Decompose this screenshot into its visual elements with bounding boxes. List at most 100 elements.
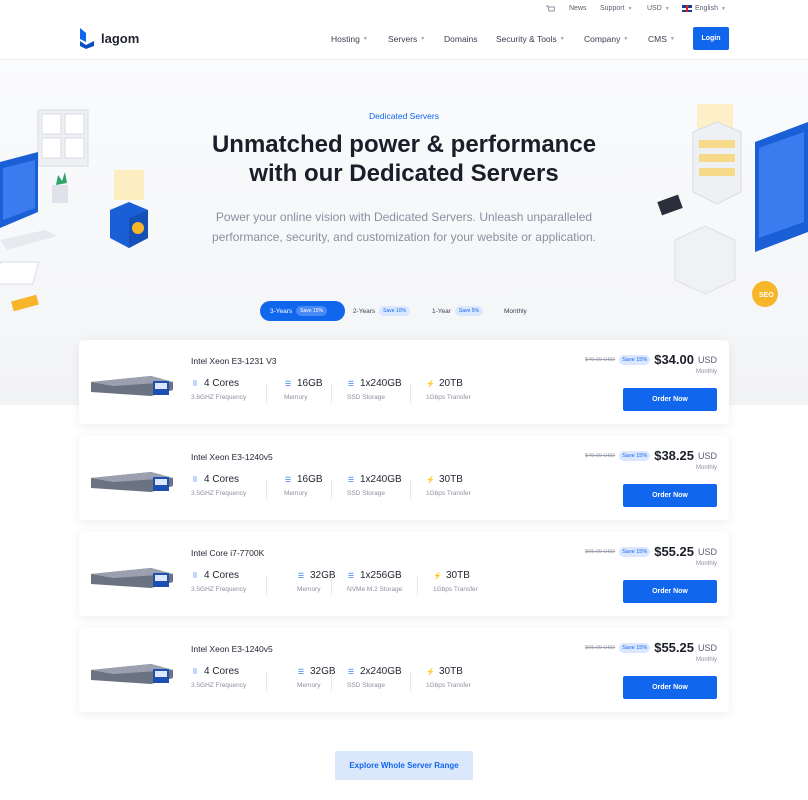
spec-value: 4 Cores [204, 378, 240, 389]
spec-label: 1Gbps Transfer [426, 394, 471, 401]
billing-period-label: Monthly [695, 369, 717, 375]
spec-label: 1Gbps Transfer [433, 586, 478, 593]
top-bar: News Support ▼ USD ▼ English ▼ [0, 0, 808, 18]
language-menu[interactable]: English ▼ [682, 5, 726, 12]
spec-memory: ☰ 16GB Memory [284, 474, 323, 497]
server-image [91, 568, 173, 588]
cart-icon[interactable] [545, 5, 555, 13]
nav-company[interactable]: Company ▼ [584, 34, 628, 44]
order-now-button[interactable]: Order Now [623, 484, 717, 507]
spec-value: 16GB [297, 474, 323, 485]
save-badge: Save 15% [619, 546, 651, 557]
spec-transfer: ⚡ 30TB 1Gbps Transfer [433, 570, 478, 593]
explore-servers-button[interactable]: Explore Whole Server Range [335, 751, 473, 780]
save-badge: Save 10% [379, 306, 410, 316]
storage-icon: ☰ [347, 572, 355, 580]
chevron-down-icon: ▼ [627, 5, 633, 12]
order-now-button[interactable]: Order Now [623, 580, 717, 603]
hero-subtitle-line-1: Power your online vision with Dedicated … [215, 210, 593, 224]
order-now-button[interactable]: Order Now [623, 676, 717, 699]
price-box: $49.00 USD Save 15% $38.25 USD Monthly [585, 448, 717, 471]
spec-value: 20TB [439, 378, 463, 389]
server-card: Intel Xeon E3-1240v5 ⠿ 4 Cores 3.5GHZ Fre… [79, 436, 729, 520]
order-now-button[interactable]: Order Now [623, 388, 717, 411]
spec-value: 30TB [446, 570, 470, 581]
divider [417, 575, 418, 595]
news-link[interactable]: News [569, 5, 587, 12]
period-3-years[interactable]: 3-Years Save 15% [260, 301, 345, 321]
hero-eyebrow: Dedicated Servers [369, 111, 439, 121]
spec-storage: ☰ 1x240GB SSD Storage [347, 474, 402, 497]
lagom-logo-icon [80, 28, 94, 49]
nav-hosting[interactable]: Hosting ▼ [331, 34, 368, 44]
server-card: Intel Xeon E3-1231 V3 ⠿ 4 Cores 3.6GHZ Fr… [79, 340, 729, 424]
period-1-year[interactable]: 1-Year Save 5% [424, 301, 496, 321]
server-name: Intel Core i7-7700K [191, 548, 265, 558]
spec-transfer: ⚡ 20TB 1Gbps Transfer [426, 378, 471, 401]
spec-storage: ☰ 2x240GB SSD Storage [347, 666, 402, 689]
save-badge: Save 15% [619, 354, 651, 365]
memory-icon: ☰ [297, 668, 305, 676]
spec-cpu: ⠿ 4 Cores 3.5GHZ Frequency [191, 474, 246, 497]
divider [331, 575, 332, 595]
spec-label: 1Gbps Transfer [426, 490, 471, 497]
divider [266, 479, 267, 499]
chevron-down-icon: ▼ [559, 36, 565, 42]
spec-storage: ☰ 1x240GB SSD Storage [347, 378, 402, 401]
memory-icon: ☰ [284, 380, 292, 388]
period-monthly[interactable]: Monthly [496, 301, 542, 321]
billing-period-switcher: 3-Years Save 15% 2-Years Save 10% 1-Year Sa… [260, 301, 542, 321]
server-image [91, 472, 173, 492]
nav-servers[interactable]: Servers ▼ [388, 34, 425, 44]
spec-storage: ☰ 1x256GB NVMe M.2 Storage [347, 570, 402, 593]
spec-value: 4 Cores [204, 474, 240, 485]
price-box: $40.00 USD Save 15% $34.00 USD Monthly [585, 352, 717, 375]
divider [266, 383, 267, 403]
chevron-down-icon: ▼ [623, 36, 629, 42]
spec-label: SSD Storage [347, 490, 385, 497]
logo[interactable]: lagom [78, 27, 139, 49]
price-box: $65.00 USD Save 15% $55.25 USD Monthly [585, 640, 717, 663]
currency: USD [697, 642, 717, 653]
spec-value: 4 Cores [204, 570, 240, 581]
chevron-down-icon: ▼ [720, 5, 726, 12]
currency-menu[interactable]: USD ▼ [647, 5, 670, 12]
spec-label: 3.5GHZ Frequency [191, 490, 247, 497]
spec-value: 16GB [297, 378, 323, 389]
hero-title-line-1: Unmatched power & performance [211, 131, 597, 158]
nav-domains[interactable]: Domains [444, 34, 478, 44]
storage-icon: ☰ [347, 380, 355, 388]
support-menu[interactable]: Support ▼ [600, 5, 632, 12]
spec-cpu: ⠿ 4 Cores 3.6GHZ Frequency [191, 378, 246, 401]
spec-label: SSD Storage [347, 394, 385, 401]
nav-security-tools[interactable]: Security & Tools ▼ [496, 34, 565, 44]
grid-icon: ⠿ [192, 572, 198, 580]
spec-value: 30TB [439, 474, 463, 485]
login-button[interactable]: Login [693, 27, 729, 50]
brand-name: lagom [101, 30, 140, 46]
spec-memory: ☰ 32GB Memory [297, 666, 336, 689]
spec-memory: ☰ 16GB Memory [284, 378, 323, 401]
storage-icon: ☰ [347, 668, 355, 676]
bolt-icon: ⚡ [433, 572, 442, 580]
save-badge: Save 15% [296, 306, 327, 316]
main-navigation: lagom Hosting ▼ Servers ▼ Domains Security… [0, 18, 808, 60]
spec-transfer: ⚡ 30TB 1Gbps Transfer [426, 474, 471, 497]
spec-transfer: ⚡ 30TB 1Gbps Transfer [426, 666, 471, 689]
bolt-icon: ⚡ [426, 668, 435, 676]
hero-subtitle: Power your online vision with Dedicated … [0, 207, 808, 247]
nav-cms[interactable]: CMS ▼ [648, 34, 675, 44]
storage-icon: ☰ [347, 476, 355, 484]
old-price: $65.00 USD [585, 644, 616, 651]
spec-label: Memory [284, 490, 308, 497]
currency: USD [697, 354, 717, 365]
svg-text:SEO: SEO [759, 292, 774, 299]
hero-subtitle-line-2: performance, security, and customization… [212, 230, 596, 244]
grid-icon: ⠿ [192, 668, 198, 676]
currency: USD [697, 546, 717, 557]
spec-memory: ☰ 32GB Memory [297, 570, 336, 593]
divider [331, 383, 332, 403]
divider [266, 575, 267, 595]
save-badge: Save 15% [619, 642, 651, 653]
period-2-years[interactable]: 2-Years Save 10% [345, 301, 424, 321]
